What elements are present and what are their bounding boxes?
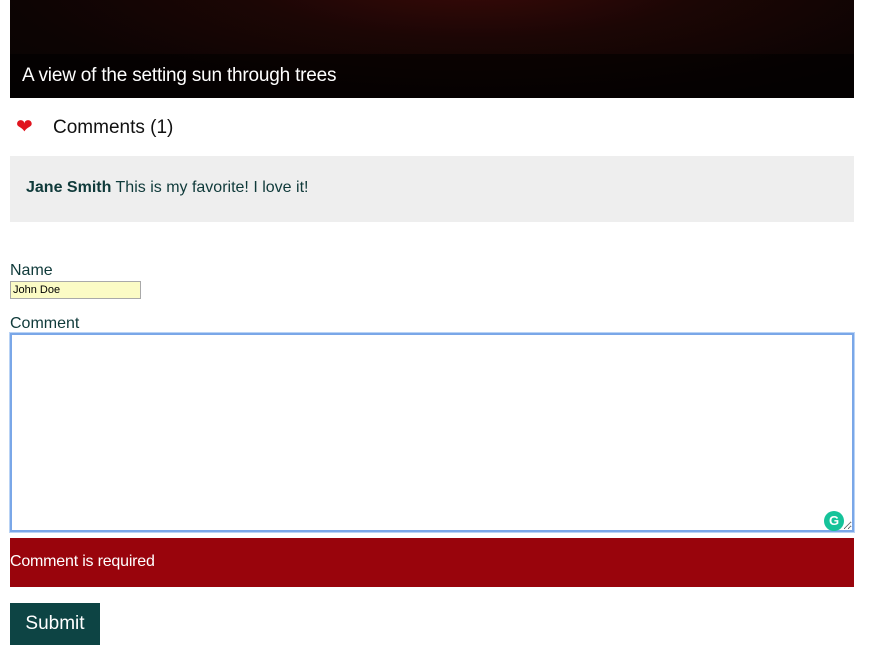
page: A view of the setting sun through trees … [0,0,878,665]
heart-icon[interactable]: ❤ [16,117,38,137]
comments-header: ❤ Comments (1) [16,114,173,142]
submit-button[interactable]: Submit [10,603,100,645]
comments-count-heading: Comments (1) [53,117,174,138]
comment-text: This is my favorite! I love it! [115,179,309,196]
hero-image: A view of the setting sun through trees [10,0,854,98]
name-label: Name [10,262,53,279]
error-message: Comment is required [10,553,155,570]
comment-label: Comment [10,315,80,332]
name-input[interactable] [10,281,141,299]
comment-textarea[interactable] [9,332,855,533]
comment-author: Jane Smith [26,179,112,196]
grammarly-icon[interactable]: G [824,511,844,531]
hero-caption: A view of the setting sun through trees [22,65,337,86]
comment-item: Jane Smith This is my favorite! I love i… [10,156,854,222]
comment-line: Jane Smith This is my favorite! I love i… [26,179,308,197]
error-message-bar: Comment is required [10,538,854,587]
